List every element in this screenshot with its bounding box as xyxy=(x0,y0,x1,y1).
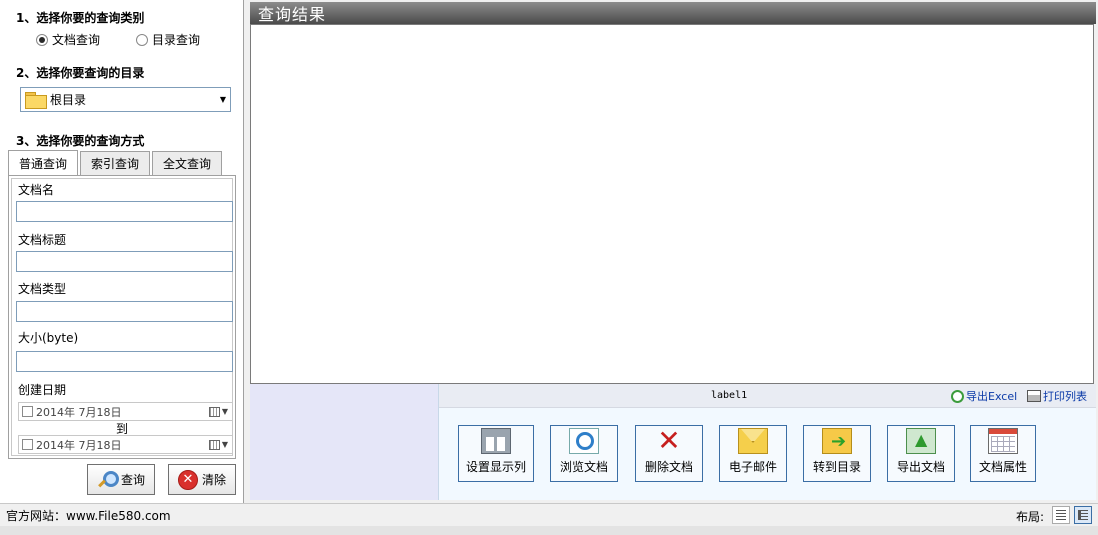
email-button[interactable]: 电子邮件 xyxy=(719,425,787,482)
chevron-down-icon[interactable]: ▼ xyxy=(216,88,230,111)
browse-icon xyxy=(569,428,599,454)
mail-icon xyxy=(738,428,768,454)
status-strip: label1 导出Excel 打印列表 xyxy=(439,384,1096,408)
radio-doc-query-label: 文档查询 xyxy=(52,33,101,47)
delete-doc-label: 删除文档 xyxy=(644,460,693,474)
export-doc-button[interactable]: 导出文档 xyxy=(887,425,955,482)
search-button-label: 查询 xyxy=(120,473,145,487)
label1: label1 xyxy=(711,390,748,401)
results-footer-spacer xyxy=(250,384,438,500)
set-columns-button[interactable]: 设置显示列 xyxy=(458,425,534,482)
split-layout-icon xyxy=(1078,510,1088,520)
clear-icon: ✕ xyxy=(177,469,198,490)
doc-name-input[interactable] xyxy=(16,201,233,222)
step2-title: 2、选择你要查询的目录 xyxy=(16,66,145,80)
export-excel-link[interactable]: 导出Excel xyxy=(951,388,1017,404)
size-input[interactable] xyxy=(16,351,233,372)
goto-folder-icon xyxy=(822,428,852,454)
results-grid[interactable] xyxy=(250,24,1094,384)
calendar-dropdown-icon[interactable]: ▼ xyxy=(208,406,228,417)
excel-icon xyxy=(951,389,964,403)
directory-value: 根目录 xyxy=(50,93,87,107)
radio-doc-query[interactable]: 文档查询 xyxy=(36,31,100,48)
calendar-dropdown-icon[interactable]: ▼ xyxy=(208,439,228,450)
window-bottom-border xyxy=(0,526,1098,535)
export-excel-label: 导出Excel xyxy=(966,390,1018,403)
clear-button[interactable]: ✕ 清除 xyxy=(168,464,236,495)
search-icon xyxy=(97,470,119,490)
doc-title-input[interactable] xyxy=(16,251,233,272)
export-icon xyxy=(906,428,936,454)
search-button[interactable]: 查询 xyxy=(87,464,155,495)
folder-icon xyxy=(25,91,47,109)
radio-dir-query[interactable]: 目录查询 xyxy=(136,31,200,48)
layout-list-button[interactable] xyxy=(1052,506,1070,524)
layout-label: 布局: xyxy=(1016,510,1045,524)
goto-folder-label: 转到目录 xyxy=(812,460,861,474)
printer-icon xyxy=(1027,390,1041,402)
tab-normal-query[interactable]: 普通查询 xyxy=(8,150,79,175)
date-to-value: 2014年 7月18日 xyxy=(36,438,122,452)
radio-selected-icon[interactable] xyxy=(36,33,48,46)
layout-split-button[interactable] xyxy=(1074,506,1092,524)
step1-title: 1、选择你要的查询类别 xyxy=(16,11,145,25)
size-label: 大小(byte) xyxy=(18,331,79,345)
created-date-label: 创建日期 xyxy=(18,383,67,397)
date-to-checkbox[interactable] xyxy=(22,439,33,450)
delete-icon: ✕ xyxy=(657,424,681,457)
doc-name-label: 文档名 xyxy=(18,183,55,197)
doc-properties-label: 文档属性 xyxy=(978,460,1027,474)
print-list-link[interactable]: 打印列表 xyxy=(1027,388,1087,404)
date-from-picker[interactable]: 2014年 7月18日 ▼ xyxy=(18,402,233,421)
official-site-text: 官方网站：www.File580.com xyxy=(6,508,171,523)
date-to-picker[interactable]: 2014年 7月18日 ▼ xyxy=(18,435,233,454)
results-header: 查询结果 xyxy=(250,2,1096,24)
print-list-label: 打印列表 xyxy=(1043,390,1087,403)
action-toolbar: label1 导出Excel 打印列表 设置显示列 浏览文档 ✕ 删除文档 电子… xyxy=(438,384,1096,500)
query-method-tabs: 普通查询 索引查询 全文查询 xyxy=(8,150,224,175)
clear-button-label: 清除 xyxy=(201,473,226,487)
date-from-value: 2014年 7月18日 xyxy=(36,405,122,419)
query-panel: 1、选择你要的查询类别 文档查询 目录查询 2、选择你要查询的目录 根目录 ▼ … xyxy=(0,0,244,503)
radio-unselected-icon[interactable] xyxy=(136,33,149,46)
status-bar: 官方网站：www.File580.com 布局: xyxy=(0,503,1098,526)
columns-icon xyxy=(481,428,511,454)
email-label: 电子邮件 xyxy=(728,460,777,474)
directory-select[interactable]: 根目录 ▼ xyxy=(20,87,231,112)
properties-icon xyxy=(988,428,1018,454)
radio-dir-query-label: 目录查询 xyxy=(152,33,201,47)
doc-title-label: 文档标题 xyxy=(18,233,67,247)
step3-title: 3、选择你要的查询方式 xyxy=(16,134,145,148)
doc-type-label: 文档类型 xyxy=(18,282,67,296)
browse-doc-label: 浏览文档 xyxy=(559,460,608,474)
tab-index-query[interactable]: 索引查询 xyxy=(80,151,151,175)
form-inner: 文档名 文档标题 文档类型 大小(byte) 创建日期 2014年 7月18日 … xyxy=(11,178,233,456)
browse-doc-button[interactable]: 浏览文档 xyxy=(550,425,618,482)
tab-fulltext-query[interactable]: 全文查询 xyxy=(152,151,223,175)
list-layout-icon xyxy=(1056,510,1066,520)
date-from-checkbox[interactable] xyxy=(22,406,33,417)
normal-query-form: 文档名 文档标题 文档类型 大小(byte) 创建日期 2014年 7月18日 … xyxy=(8,175,236,459)
set-columns-label: 设置显示列 xyxy=(465,460,526,474)
doc-type-input[interactable] xyxy=(16,301,233,322)
delete-doc-button[interactable]: ✕ 删除文档 xyxy=(635,425,703,482)
doc-properties-button[interactable]: 文档属性 xyxy=(970,425,1036,482)
query-type-group: 文档查询 目录查询 xyxy=(36,31,200,48)
goto-folder-button[interactable]: 转到目录 xyxy=(803,425,871,482)
export-doc-label: 导出文档 xyxy=(896,460,945,474)
